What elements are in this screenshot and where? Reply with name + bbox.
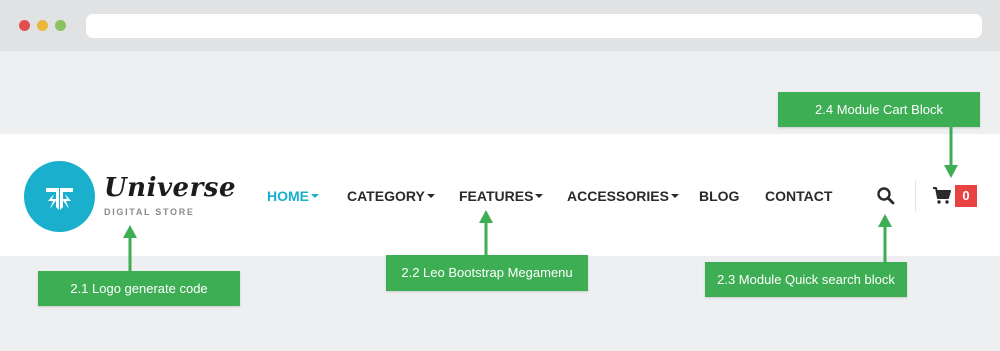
logo-mark-icon: [46, 188, 73, 210]
nav-item-label: ACCESSORIES: [567, 188, 669, 204]
callout-megamenu: 2.2 Leo Bootstrap Megamenu: [386, 255, 588, 291]
nav-item-label: CONTACT: [765, 188, 833, 204]
nav-item-label: CATEGORY: [347, 188, 425, 204]
logo-icon[interactable]: [24, 161, 95, 232]
arrow-up-icon: [878, 214, 892, 263]
search-icon: [877, 187, 895, 205]
cart-icon: [933, 187, 951, 204]
nav-item-home[interactable]: HOME: [267, 188, 319, 204]
cart-count-badge: 0: [955, 185, 977, 207]
chevron-down-icon: [670, 194, 679, 199]
chevron-down-icon: [426, 194, 435, 199]
arrow-up-icon: [123, 225, 137, 272]
window-close-button[interactable]: [19, 20, 30, 31]
cart-button[interactable]: [932, 185, 952, 205]
chevron-down-icon: [535, 194, 544, 199]
address-bar[interactable]: [86, 14, 982, 38]
nav-item-blog[interactable]: BLOG: [699, 188, 739, 204]
arrow-down-icon: [944, 127, 958, 178]
window-minimize-button[interactable]: [37, 20, 48, 31]
callout-quick-search: 2.3 Module Quick search block: [705, 262, 907, 297]
nav-item-accessories[interactable]: ACCESSORIES: [567, 188, 679, 204]
nav-item-label: HOME: [267, 188, 309, 204]
nav-item-label: FEATURES: [459, 188, 534, 204]
chevron-down-icon: [311, 194, 319, 199]
search-button[interactable]: [876, 186, 896, 206]
logo-name[interactable]: Universe: [104, 173, 236, 203]
logo-tagline: DIGITAL STORE: [104, 207, 195, 217]
arrow-up-icon: [479, 210, 493, 256]
nav-item-label: BLOG: [699, 188, 740, 204]
browser-chrome: [0, 0, 1000, 51]
nav-item-category[interactable]: CATEGORY: [347, 188, 435, 204]
callout-cart-block: 2.4 Module Cart Block: [778, 92, 980, 127]
window-maximize-button[interactable]: [55, 20, 66, 31]
nav-item-features[interactable]: FEATURES: [459, 188, 544, 204]
divider: [915, 181, 916, 212]
nav-item-contact[interactable]: CONTACT: [765, 188, 832, 204]
callout-logo: 2.1 Logo generate code: [38, 271, 240, 306]
